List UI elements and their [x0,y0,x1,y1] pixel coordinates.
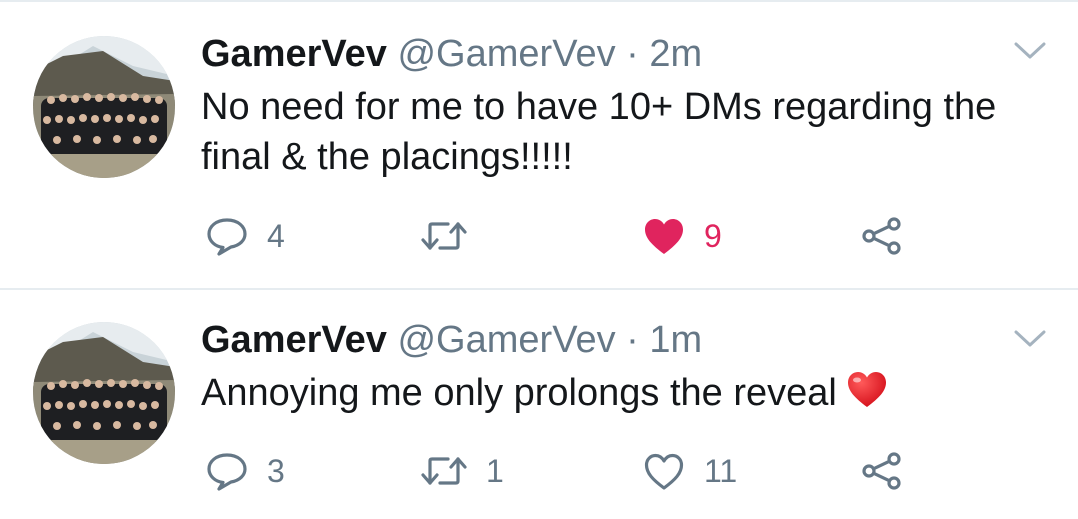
share-button[interactable] [860,216,904,256]
tweet-text: No need for me to have 10+ DMs regarding… [201,86,997,178]
tweet-text-content: Annoying me only prolongs the reveal [201,372,837,414]
reply-button[interactable]: 4 [205,216,285,256]
retweet-icon [421,457,467,485]
red-heart-emoji [845,369,889,422]
reply-button[interactable]: 3 [205,451,285,491]
reply-icon [207,218,247,256]
chevron-down-icon[interactable] [1010,326,1050,352]
like-count: 11 [704,452,738,489]
timestamp[interactable]: 2m [649,33,702,75]
tweet-header: GamerVev @GamerVev · 1m [201,318,702,362]
share-icon [862,217,901,255]
separator-dot: · [626,33,639,75]
reply-icon [207,453,247,491]
user-handle[interactable]: @GamerVev [397,33,615,75]
like-count: 9 [704,217,722,254]
share-button[interactable] [860,451,904,491]
reply-count: 4 [267,217,285,254]
heart-icon [644,453,684,490]
retweet-count: 1 [486,452,504,489]
retweet-button[interactable] [420,216,486,256]
tweet-header: GamerVev @GamerVev · 2m [201,32,702,76]
avatar[interactable] [33,36,175,178]
tweet[interactable]: GamerVev @GamerVev · 2m No need for me t… [0,0,1078,288]
retweet-button[interactable]: 1 [420,451,504,491]
display-name[interactable]: GamerVev [201,319,387,361]
heart-icon [645,219,683,254]
separator-dot: · [626,319,639,361]
retweet-icon [421,222,467,250]
like-button[interactable]: 11 [642,451,737,491]
like-button[interactable]: 9 [642,216,722,256]
avatar[interactable] [33,322,175,464]
chevron-down-icon[interactable] [1010,38,1050,64]
timestamp[interactable]: 1m [649,319,702,361]
reply-count: 3 [267,452,285,489]
display-name[interactable]: GamerVev [201,33,387,75]
tweet-text: Annoying me only prolongs the reveal [201,368,1041,422]
user-handle[interactable]: @GamerVev [397,319,615,361]
tweet[interactable]: GamerVev @GamerVev · 1m Annoying me only… [0,290,1078,519]
share-icon [862,452,901,490]
